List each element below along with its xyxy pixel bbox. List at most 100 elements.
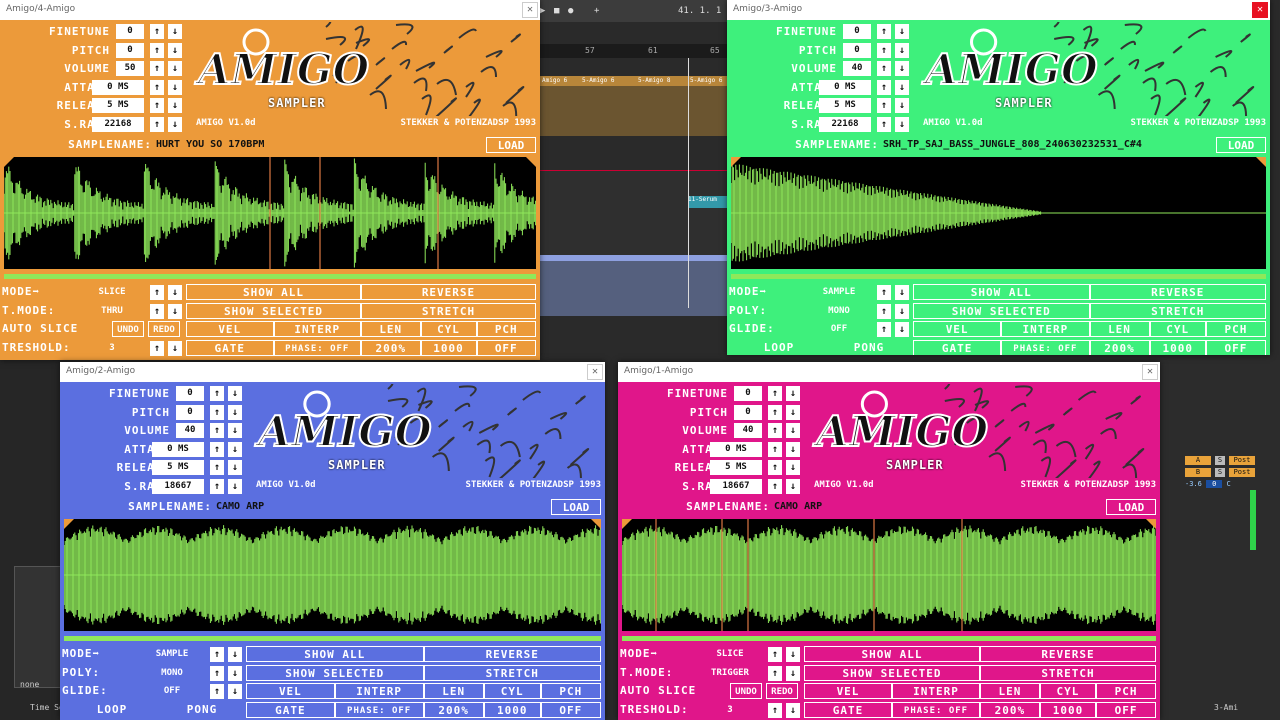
interp-button[interactable]: INTERP bbox=[892, 683, 980, 699]
tmode-value[interactable]: THRU bbox=[78, 303, 146, 319]
up-arrow-icon[interactable]: ↑ bbox=[210, 404, 224, 420]
down-arrow-icon[interactable]: ↓ bbox=[168, 42, 182, 58]
up-arrow-icon[interactable]: ↑ bbox=[210, 684, 224, 699]
up-arrow-icon[interactable]: ↑ bbox=[877, 285, 891, 300]
param-value-srate[interactable]: 22168 bbox=[92, 116, 144, 132]
reverse-button[interactable]: REVERSE bbox=[361, 284, 536, 300]
reverse-button[interactable]: REVERSE bbox=[423, 646, 601, 662]
param-value-pitch[interactable]: 0 bbox=[116, 42, 144, 58]
up-arrow-icon[interactable]: ↑ bbox=[877, 79, 891, 95]
param-value-pitch[interactable]: 0 bbox=[843, 42, 871, 58]
auto-slice-button[interactable]: AUTO SLICE bbox=[2, 321, 110, 337]
mixer-row[interactable]: A S Post bbox=[1185, 456, 1255, 465]
param-value-finetune[interactable]: 0 bbox=[843, 24, 871, 39]
pch-button[interactable]: PCH bbox=[540, 683, 601, 699]
treshold-value[interactable]: 3 bbox=[78, 340, 146, 356]
down-arrow-icon[interactable]: ↓ bbox=[786, 702, 800, 718]
solo-button[interactable]: S bbox=[1215, 456, 1225, 465]
vel-button[interactable]: VEL bbox=[804, 683, 892, 699]
up-arrow-icon[interactable]: ↑ bbox=[150, 61, 164, 76]
pch-button[interactable]: PCH bbox=[1205, 321, 1266, 337]
down-arrow-icon[interactable]: ↓ bbox=[786, 441, 800, 457]
down-arrow-icon[interactable]: ↓ bbox=[228, 684, 242, 699]
up-arrow-icon[interactable]: ↑ bbox=[768, 441, 782, 457]
record-icon[interactable]: ● bbox=[568, 6, 573, 16]
up-arrow-icon[interactable]: ↑ bbox=[768, 478, 782, 494]
down-arrow-icon[interactable]: ↓ bbox=[786, 423, 800, 438]
pch-value[interactable]: OFF bbox=[1096, 701, 1156, 718]
phase-button[interactable]: PHASE: OFF bbox=[273, 339, 361, 356]
down-arrow-icon[interactable]: ↓ bbox=[228, 665, 242, 681]
reverse-button[interactable]: REVERSE bbox=[1089, 284, 1266, 300]
close-button[interactable]: ✕ bbox=[1142, 364, 1158, 380]
vel-button[interactable]: VEL bbox=[186, 321, 274, 337]
load-button[interactable]: LOAD bbox=[1216, 137, 1266, 153]
window-titlebar[interactable]: Amigo/4-Amigo ✕ bbox=[0, 0, 540, 20]
device-chain[interactable] bbox=[14, 566, 62, 688]
track-lane[interactable] bbox=[540, 170, 730, 256]
gate-button[interactable]: GATE bbox=[186, 339, 274, 356]
param-value-volume[interactable]: 40 bbox=[734, 423, 762, 438]
mode-value[interactable]: SAMPLE bbox=[138, 646, 206, 662]
up-arrow-icon[interactable]: ↑ bbox=[210, 441, 224, 457]
show-selected-button[interactable]: SHOW SELECTED bbox=[246, 664, 424, 681]
up-arrow-icon[interactable]: ↑ bbox=[877, 98, 891, 113]
up-arrow-icon[interactable]: ↑ bbox=[768, 423, 782, 438]
show-all-button[interactable]: SHOW ALL bbox=[804, 646, 980, 662]
up-arrow-icon[interactable]: ↑ bbox=[768, 647, 782, 662]
waveform-display[interactable] bbox=[4, 157, 536, 269]
down-arrow-icon[interactable]: ↓ bbox=[228, 478, 242, 494]
down-arrow-icon[interactable]: ↓ bbox=[228, 423, 242, 438]
up-arrow-icon[interactable]: ↑ bbox=[877, 42, 891, 58]
window-titlebar[interactable]: Amigo/1-Amigo ✕ bbox=[618, 362, 1160, 382]
up-arrow-icon[interactable]: ↑ bbox=[150, 116, 164, 132]
phase-button[interactable]: PHASE: OFF bbox=[334, 701, 424, 718]
down-arrow-icon[interactable]: ↓ bbox=[895, 98, 909, 113]
up-arrow-icon[interactable]: ↑ bbox=[768, 460, 782, 475]
glide-value[interactable]: OFF bbox=[805, 321, 873, 337]
up-arrow-icon[interactable]: ↑ bbox=[768, 386, 782, 401]
clip-row[interactable]: Amigo 6 5-Amigo 6 5-Amigo 8 5-Amigo 6 bbox=[540, 76, 730, 86]
down-arrow-icon[interactable]: ↓ bbox=[786, 386, 800, 401]
param-value-release[interactable]: 5 MS bbox=[92, 98, 144, 113]
param-value-srate[interactable]: 18667 bbox=[710, 478, 762, 494]
len-value[interactable]: 200% bbox=[423, 701, 484, 718]
down-arrow-icon[interactable]: ↓ bbox=[168, 285, 182, 300]
reverse-button[interactable]: REVERSE bbox=[980, 646, 1156, 662]
up-arrow-icon[interactable]: ↑ bbox=[768, 404, 782, 420]
len-value[interactable]: 200% bbox=[980, 701, 1040, 718]
down-arrow-icon[interactable]: ↓ bbox=[895, 42, 909, 58]
down-arrow-icon[interactable]: ↓ bbox=[895, 24, 909, 39]
show-all-button[interactable]: SHOW ALL bbox=[913, 284, 1090, 300]
amigo-window-1[interactable]: Amigo/1-Amigo ✕ FINETUNE 0 ↑ ↓ PITCH 0 ↑ ↓ VOLUME 4… bbox=[618, 362, 1160, 720]
down-arrow-icon[interactable]: ↓ bbox=[168, 303, 182, 319]
gate-button[interactable]: GATE bbox=[804, 701, 892, 718]
pch-value[interactable]: OFF bbox=[1205, 339, 1266, 355]
close-button[interactable]: ✕ bbox=[522, 2, 538, 18]
track-lane[interactable] bbox=[540, 86, 730, 136]
stretch-button[interactable]: STRETCH bbox=[423, 664, 601, 681]
window-titlebar[interactable]: Amigo/3-Amigo ✕ bbox=[727, 0, 1270, 20]
down-arrow-icon[interactable]: ↓ bbox=[786, 647, 800, 662]
pch-value[interactable]: OFF bbox=[540, 701, 601, 718]
param-value-pitch[interactable]: 0 bbox=[734, 404, 762, 420]
gate-button[interactable]: GATE bbox=[246, 701, 335, 718]
mode-value[interactable]: SLICE bbox=[696, 646, 764, 662]
stretch-button[interactable]: STRETCH bbox=[1089, 302, 1266, 319]
param-value-pitch[interactable]: 0 bbox=[176, 404, 204, 420]
up-arrow-icon[interactable]: ↑ bbox=[210, 460, 224, 475]
up-arrow-icon[interactable]: ↑ bbox=[150, 303, 164, 319]
down-arrow-icon[interactable]: ↓ bbox=[786, 478, 800, 494]
up-arrow-icon[interactable]: ↑ bbox=[210, 665, 224, 681]
serum-clip[interactable]: 11-Serum bbox=[688, 196, 728, 208]
down-arrow-icon[interactable]: ↓ bbox=[228, 647, 242, 662]
close-button[interactable]: ✕ bbox=[1252, 2, 1268, 18]
mixer-a-button[interactable]: A bbox=[1185, 456, 1211, 465]
param-value-volume[interactable]: 40 bbox=[843, 61, 871, 76]
down-arrow-icon[interactable]: ↓ bbox=[168, 340, 182, 356]
param-value-release[interactable]: 5 MS bbox=[152, 460, 204, 475]
track-lane[interactable] bbox=[540, 255, 730, 316]
post-button[interactable]: Post bbox=[1229, 456, 1255, 465]
undo-button[interactable]: UNDO bbox=[730, 683, 762, 699]
play-icon[interactable]: ▶ bbox=[540, 6, 545, 16]
